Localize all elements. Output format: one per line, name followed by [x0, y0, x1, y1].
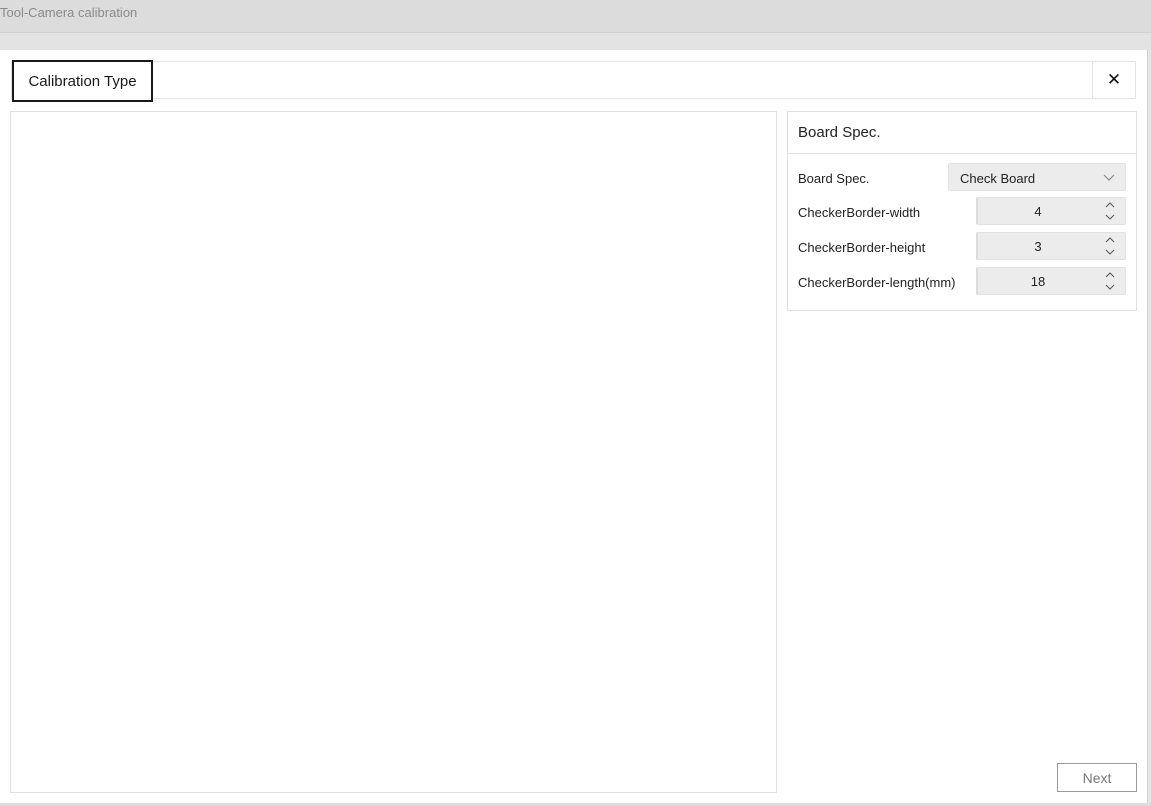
checker-height-input[interactable] — [978, 233, 1098, 259]
tab-calibration-type[interactable]: Calibration Type — [12, 60, 153, 102]
checker-width-label: CheckerBorder-width — [798, 205, 921, 220]
chevron-up-icon[interactable] — [1103, 200, 1117, 211]
checker-height-label: CheckerBorder-height — [798, 240, 926, 255]
chevron-down-icon[interactable] — [1103, 246, 1117, 257]
tab-bar: Calibration Type ✕ — [11, 60, 1136, 102]
chevron-down-icon[interactable] — [1103, 281, 1117, 292]
next-button[interactable]: Next — [1057, 763, 1137, 792]
checker-length-input[interactable] — [978, 268, 1098, 294]
checker-height-row: CheckerBorder-height — [798, 232, 1128, 262]
checker-width-row: CheckerBorder-width — [798, 197, 1128, 227]
board-spec-label: Board Spec. — [798, 171, 870, 186]
tab-label: Calibration Type — [28, 72, 137, 90]
spin-arrows — [1103, 270, 1117, 294]
board-spec-value: Check Board — [960, 171, 1036, 186]
toolbar-strip — [0, 33, 1151, 50]
chevron-up-icon[interactable] — [1103, 235, 1117, 246]
chevron-down-icon[interactable] — [1103, 211, 1117, 222]
window-title: Tool-Camera calibration — [0, 5, 138, 20]
chevron-up-icon[interactable] — [1103, 270, 1117, 281]
checker-height-spinbox[interactable] — [976, 232, 1126, 260]
checker-length-spinbox[interactable] — [976, 267, 1126, 295]
checker-length-label: CheckerBorder-length(mm) — [798, 275, 956, 290]
close-icon: ✕ — [1106, 70, 1122, 90]
spin-arrows — [1103, 200, 1117, 224]
image-preview-area — [10, 111, 777, 793]
board-spec-panel: Board Spec. Board Spec. Check Board Chec… — [787, 111, 1137, 311]
checker-width-input[interactable] — [978, 198, 1098, 224]
spin-arrows — [1103, 235, 1117, 259]
checker-length-row: CheckerBorder-length(mm) — [798, 267, 1128, 297]
board-spec-header: Board Spec. — [788, 112, 1136, 154]
board-spec-row: Board Spec. Check Board — [798, 163, 1128, 193]
chevron-down-icon — [1103, 174, 1115, 181]
title-bar: Tool-Camera calibration — [0, 0, 1151, 33]
close-button[interactable]: ✕ — [1092, 62, 1135, 98]
checker-width-spinbox[interactable] — [976, 197, 1126, 225]
calibration-dialog: Calibration Type ✕ Board Spec. Board Spe… — [0, 50, 1148, 803]
board-spec-select[interactable]: Check Board — [948, 163, 1126, 191]
